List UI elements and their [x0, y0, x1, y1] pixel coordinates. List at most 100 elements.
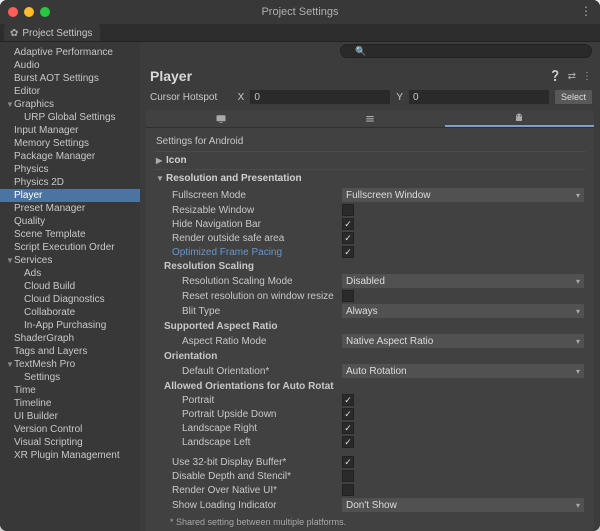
sidebar-item[interactable]: Memory Settings — [0, 137, 140, 150]
chevron-down-icon: ▾ — [576, 277, 580, 286]
landscape-right-checkbox[interactable]: ✓ — [342, 422, 354, 434]
shared-setting-note: * Shared setting between multiple platfo… — [154, 513, 586, 531]
portrait-checkbox[interactable]: ✓ — [342, 394, 354, 406]
sidebar-item[interactable]: XR Plugin Management — [0, 449, 140, 462]
tab-bar: ✿ Project Settings — [0, 24, 600, 42]
help-icon[interactable]: ❔ — [549, 71, 561, 82]
platform-tab-android[interactable] — [445, 110, 594, 127]
sidebar-item[interactable]: Settings — [0, 371, 140, 384]
window-menu-icon[interactable]: ⋮ — [580, 4, 592, 18]
blit-type-label: Blit Type — [172, 306, 342, 317]
maximize-icon[interactable] — [40, 7, 50, 17]
section-resolution[interactable]: ▼Resolution and Presentation — [154, 169, 586, 187]
scaling-mode-dropdown[interactable]: Disabled▾ — [342, 274, 584, 288]
allowed-orient-header: Allowed Orientations for Auto Rotation — [164, 381, 334, 392]
sidebar-item-label: Services — [14, 255, 52, 266]
resolution-scaling-header: Resolution Scaling — [164, 261, 334, 272]
sidebar-item[interactable]: Scene Template — [0, 228, 140, 241]
frame-pacing-checkbox[interactable]: ✓ — [342, 246, 354, 258]
sidebar-item-label: Preset Manager — [14, 203, 85, 214]
tab-project-settings[interactable]: ✿ Project Settings — [4, 24, 100, 41]
landscape-left-label: Landscape Left — [172, 437, 342, 448]
sidebar-item[interactable]: Adaptive Performance — [0, 46, 140, 59]
sidebar-item[interactable]: Time — [0, 384, 140, 397]
default-orient-dropdown[interactable]: Auto Rotation▾ — [342, 364, 584, 378]
loading-ind-dropdown[interactable]: Don't Show▾ — [342, 498, 584, 512]
platform-tab-dedicated[interactable] — [295, 110, 444, 127]
sidebar-item[interactable]: Editor — [0, 85, 140, 98]
sidebar-item-label: Editor — [14, 86, 40, 97]
fullscreen-mode-dropdown[interactable]: Fullscreen Window▾ — [342, 188, 584, 202]
sidebar-item[interactable]: Cloud Diagnostics — [0, 293, 140, 306]
minimize-icon[interactable] — [24, 7, 34, 17]
sidebar-item[interactable]: ▼Graphics — [0, 98, 140, 111]
sidebar-item[interactable]: Player — [0, 189, 140, 202]
disable-ds-label: Disable Depth and Stencil* — [172, 471, 342, 482]
sidebar-item-label: Audio — [14, 60, 40, 71]
sidebar-item[interactable]: Version Control — [0, 423, 140, 436]
hide-nav-checkbox[interactable]: ✓ — [342, 218, 354, 230]
sidebar-item[interactable]: Input Manager — [0, 124, 140, 137]
platform-tab-standalone[interactable] — [146, 110, 295, 127]
landscape-right-label: Landscape Right — [172, 423, 342, 434]
sidebar-item[interactable]: Physics — [0, 163, 140, 176]
sidebar-item[interactable]: In-App Purchasing — [0, 319, 140, 332]
sidebar-item[interactable]: Package Manager — [0, 150, 140, 163]
sidebar-item-label: Player — [14, 190, 42, 201]
sidebar-item[interactable]: Ads — [0, 267, 140, 280]
sidebar-item-label: Cloud Build — [24, 281, 75, 292]
reset-res-checkbox[interactable] — [342, 290, 354, 302]
section-icon[interactable]: ▶Icon — [154, 151, 586, 169]
chevron-down-icon: ▾ — [576, 367, 580, 376]
sidebar-item-label: XR Plugin Management — [14, 450, 120, 461]
sidebar[interactable]: Adaptive PerformanceAudioBurst AOT Setti… — [0, 42, 140, 531]
blit-type-dropdown[interactable]: Always▾ — [342, 304, 584, 318]
presets-icon[interactable]: ⇄ — [568, 71, 576, 82]
sidebar-item[interactable]: Physics 2D — [0, 176, 140, 189]
frame-pacing-label[interactable]: Optimized Frame Pacing — [172, 247, 342, 258]
sidebar-item-label: URP Global Settings — [24, 112, 116, 123]
sidebar-item-label: Package Manager — [14, 151, 95, 162]
sidebar-item[interactable]: Cloud Build — [0, 280, 140, 293]
sidebar-item[interactable]: Script Execution Order — [0, 241, 140, 254]
cursor-hotspot-x-input[interactable] — [250, 90, 390, 104]
sidebar-item[interactable]: ▼Services — [0, 254, 140, 267]
search-input[interactable] — [340, 44, 592, 58]
sidebar-item-label: TextMesh Pro — [14, 359, 75, 370]
sidebar-item[interactable]: URP Global Settings — [0, 111, 140, 124]
use32-checkbox[interactable]: ✓ — [342, 456, 354, 468]
landscape-left-checkbox[interactable]: ✓ — [342, 436, 354, 448]
resizable-window-checkbox[interactable] — [342, 204, 354, 216]
sidebar-item-label: Quality — [14, 216, 45, 227]
select-button[interactable]: Select — [555, 90, 592, 104]
sidebar-item-label: Collaborate — [24, 307, 75, 318]
sidebar-item[interactable]: Quality — [0, 215, 140, 228]
sidebar-item-label: Memory Settings — [14, 138, 89, 149]
close-icon[interactable] — [8, 7, 18, 17]
sidebar-item-label: Script Execution Order — [14, 242, 115, 253]
cursor-hotspot-y-input[interactable] — [409, 90, 549, 104]
sidebar-item[interactable]: Burst AOT Settings — [0, 72, 140, 85]
menu-icon[interactable]: ⋮ — [582, 71, 592, 82]
chevron-down-icon: ▼ — [6, 360, 14, 369]
sidebar-item[interactable]: Audio — [0, 59, 140, 72]
aspect-mode-dropdown[interactable]: Native Aspect Ratio▾ — [342, 334, 584, 348]
sidebar-item-label: Visual Scripting — [14, 437, 83, 448]
chevron-down-icon: ▾ — [576, 501, 580, 510]
sidebar-item[interactable]: ▼TextMesh Pro — [0, 358, 140, 371]
sidebar-item-label: Cloud Diagnostics — [24, 294, 105, 305]
sidebar-item[interactable]: UI Builder — [0, 410, 140, 423]
render-safe-checkbox[interactable]: ✓ — [342, 232, 354, 244]
monitor-icon — [215, 113, 227, 125]
portrait-ud-checkbox[interactable]: ✓ — [342, 408, 354, 420]
render-native-checkbox[interactable] — [342, 484, 354, 496]
sidebar-item[interactable]: ShaderGraph — [0, 332, 140, 345]
window-controls — [8, 7, 50, 17]
disable-ds-checkbox[interactable] — [342, 470, 354, 482]
sidebar-item[interactable]: Tags and Layers — [0, 345, 140, 358]
sidebar-item[interactable]: Timeline — [0, 397, 140, 410]
sidebar-item-label: Settings — [24, 372, 60, 383]
sidebar-item[interactable]: Visual Scripting — [0, 436, 140, 449]
sidebar-item[interactable]: Preset Manager — [0, 202, 140, 215]
sidebar-item[interactable]: Collaborate — [0, 306, 140, 319]
